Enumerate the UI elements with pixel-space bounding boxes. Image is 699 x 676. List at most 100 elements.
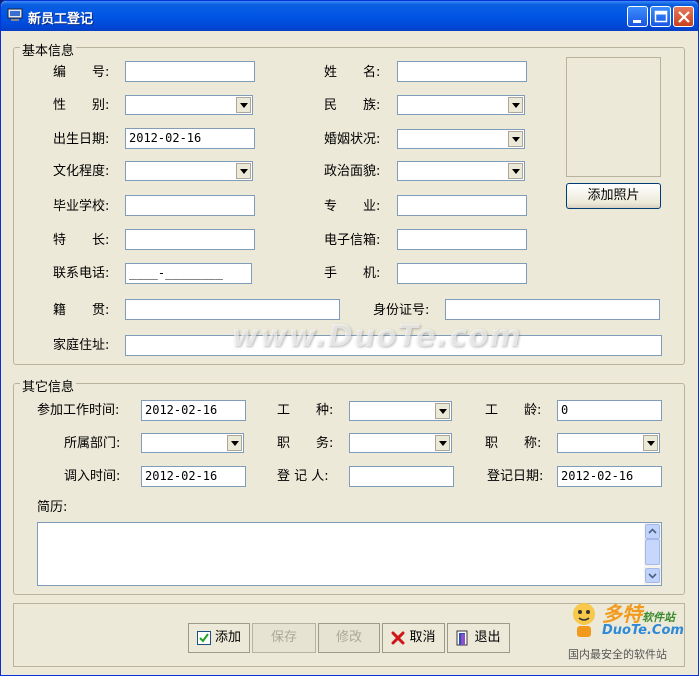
- exit-door-icon: [456, 630, 468, 645]
- chevron-down-icon[interactable]: [227, 435, 242, 451]
- school-field[interactable]: [125, 195, 255, 216]
- edit-button-label: 修改: [335, 630, 362, 645]
- id-card-field[interactable]: [445, 299, 660, 320]
- other-info-title: 其它信息: [20, 376, 77, 395]
- major-field[interactable]: [397, 195, 527, 216]
- mobile-label: 手 机:: [324, 266, 381, 281]
- employee-id-label: 编 号:: [53, 65, 110, 80]
- phone-field[interactable]: ____-________: [125, 263, 252, 284]
- department-select[interactable]: [141, 433, 244, 453]
- gender-label: 性 别:: [53, 98, 110, 113]
- resume-scrollbar[interactable]: [644, 523, 661, 585]
- exit-button[interactable]: 退出: [447, 623, 510, 653]
- add-button-label: 添加: [214, 630, 241, 645]
- maximize-button[interactable]: [650, 6, 671, 27]
- political-status-select[interactable]: [397, 161, 525, 181]
- checkbox-check-icon: [196, 630, 211, 645]
- close-button[interactable]: [673, 6, 694, 27]
- scroll-down-button[interactable]: [645, 568, 660, 583]
- registrar-label: 登 记 人:: [277, 469, 329, 484]
- education-label: 文化程度:: [53, 164, 110, 179]
- window-app-icon: [7, 8, 23, 21]
- chevron-down-icon: [648, 573, 657, 579]
- logo-url-text: DuoTe.Com: [602, 623, 684, 638]
- job-title-select[interactable]: [557, 433, 660, 453]
- education-select[interactable]: [125, 161, 253, 181]
- save-button[interactable]: 保存: [252, 623, 316, 653]
- minimize-button[interactable]: [627, 6, 648, 27]
- seniority-label: 工 龄:: [485, 403, 542, 418]
- work-type-select[interactable]: [349, 401, 452, 421]
- department-label: 所属部门:: [64, 436, 121, 451]
- name-label: 姓 名:: [324, 65, 381, 80]
- chevron-down-icon[interactable]: [643, 435, 658, 451]
- work-type-label: 工 种:: [277, 403, 334, 418]
- form-client-area: 基本信息 编 号: 姓 名: 性 别: 民 族: 出生日期: 2012-02-1…: [1, 31, 698, 675]
- logo-slogan-text: 国内最安全的软件站: [568, 648, 667, 661]
- chevron-down-icon[interactable]: [435, 435, 450, 451]
- ethnicity-select[interactable]: [397, 95, 525, 115]
- maximize-icon: [654, 10, 668, 23]
- red-x-icon: [391, 631, 405, 644]
- close-icon: [678, 11, 690, 23]
- ethnicity-label: 民 族:: [324, 98, 381, 113]
- scroll-thumb[interactable]: [645, 539, 660, 565]
- mascot-icon: [573, 603, 595, 637]
- native-place-label: 籍 贯:: [53, 303, 110, 318]
- photo-frame: [566, 57, 661, 177]
- name-field[interactable]: [397, 61, 527, 82]
- major-label: 专 业:: [324, 199, 381, 214]
- marital-status-select[interactable]: [397, 129, 525, 149]
- job-title-label: 职 称:: [485, 436, 542, 451]
- email-label: 电子信箱:: [324, 233, 381, 248]
- marital-status-label: 婚姻状况:: [324, 132, 381, 147]
- school-label: 毕业学校:: [53, 199, 110, 214]
- chevron-down-icon[interactable]: [508, 131, 523, 147]
- address-label: 家庭住址:: [53, 338, 110, 353]
- add-photo-button[interactable]: 添加照片: [566, 183, 661, 209]
- resume-label: 简历:: [37, 500, 68, 515]
- specialty-label: 特 长:: [53, 233, 110, 248]
- cancel-button[interactable]: 取消: [382, 623, 445, 653]
- window-title: 新员工登记: [28, 12, 94, 27]
- position-select[interactable]: [349, 433, 452, 453]
- join-date-field[interactable]: 2012-02-16: [141, 400, 246, 421]
- transfer-date-label: 调入时间:: [64, 469, 121, 484]
- title-bar[interactable]: 新员工登记: [1, 1, 698, 31]
- id-card-label: 身份证号:: [373, 303, 430, 318]
- exit-button-label: 退出: [474, 630, 501, 645]
- scroll-up-button[interactable]: [645, 524, 660, 539]
- registration-date-field[interactable]: 2012-02-16: [557, 466, 662, 487]
- chevron-down-icon[interactable]: [508, 97, 523, 113]
- edit-button[interactable]: 修改: [318, 623, 380, 653]
- chevron-up-icon: [648, 528, 657, 534]
- email-field[interactable]: [397, 229, 527, 250]
- resume-textarea[interactable]: [37, 522, 662, 586]
- basic-info-title: 基本信息: [20, 40, 77, 59]
- political-status-label: 政治面貌:: [324, 164, 381, 179]
- chevron-down-icon[interactable]: [236, 163, 251, 179]
- position-label: 职 务:: [277, 436, 334, 451]
- new-employee-window: 新员工登记 基本信息 编 号: 姓 名: 性 别: 民 族: 出生日期: 201…: [0, 0, 699, 676]
- save-button-label: 保存: [270, 630, 297, 645]
- birth-date-label: 出生日期:: [53, 132, 110, 147]
- registration-date-label: 登记日期:: [487, 469, 544, 484]
- employee-id-field[interactable]: [125, 61, 255, 82]
- duote-logo-watermark: 多特软件站 DuoTe.Com 国内最安全的软件站: [566, 596, 696, 666]
- minimize-icon: [633, 20, 641, 23]
- chevron-down-icon[interactable]: [435, 403, 450, 419]
- seniority-field[interactable]: 0: [557, 400, 662, 421]
- specialty-field[interactable]: [125, 229, 255, 250]
- join-date-label: 参加工作时间:: [37, 403, 120, 418]
- mobile-field[interactable]: [397, 263, 527, 284]
- phone-label: 联系电话:: [53, 266, 110, 281]
- transfer-date-field[interactable]: 2012-02-16: [141, 466, 246, 487]
- chevron-down-icon[interactable]: [508, 163, 523, 179]
- gender-select[interactable]: [125, 95, 253, 115]
- registrar-field[interactable]: [349, 466, 454, 487]
- birth-date-field[interactable]: 2012-02-16: [125, 128, 255, 149]
- native-place-field[interactable]: [125, 299, 340, 320]
- chevron-down-icon[interactable]: [236, 97, 251, 113]
- center-watermark: www.DuoTe.com: [231, 319, 522, 354]
- add-button[interactable]: 添加: [188, 623, 250, 653]
